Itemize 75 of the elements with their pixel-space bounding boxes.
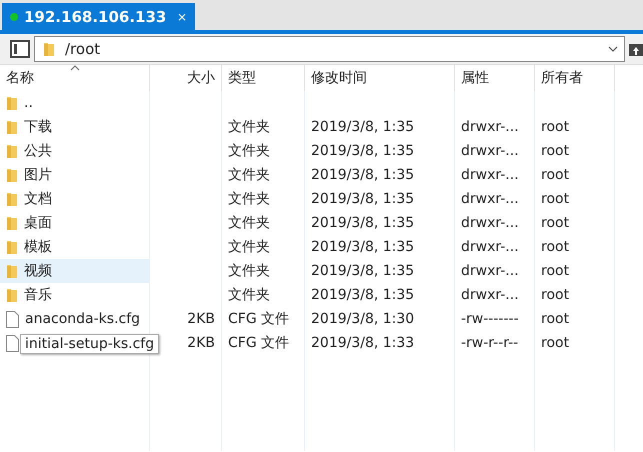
table-cell: 2019/3/8, 1:35 [305,259,455,283]
table-cell: drwxr-... [455,139,535,163]
table-cell: -rw-r--r-- [455,331,535,355]
table-cell: root [535,259,615,283]
table-cell: drwxr-... [455,259,535,283]
table-cell: root [535,187,615,211]
table-cell: 2019/3/8, 1:35 [305,235,455,259]
table-cell: 文件夹 [222,163,305,187]
table-cell: root [535,115,615,139]
table-cell: -rw------- [455,307,535,331]
table-cell: CFG 文件 [222,307,305,331]
table-cell: root [535,235,615,259]
table-cell: root [535,331,615,355]
table-cell: drwxr-... [455,115,535,139]
table-cell: CFG 文件 [222,331,305,355]
file-name-cell[interactable]: 音乐 [0,283,150,307]
column-header[interactable]: 名称 [0,65,150,91]
close-button[interactable]: × [176,10,187,24]
file-name-cell[interactable]: 下载 [0,115,150,139]
folder-icon [6,239,18,255]
file-icon [6,310,19,328]
tab-title: 192.168.106.133 [24,8,168,26]
folder-icon [6,215,18,231]
table-cell: 文件夹 [222,259,305,283]
folder-icon [6,167,18,183]
table-cell: root [535,283,615,307]
table-cell: 文件夹 [222,187,305,211]
folder-icon [6,287,18,303]
folder-icon [6,95,18,111]
folder-icon [6,263,18,279]
table-cell: 2019/3/8, 1:35 [305,211,455,235]
file-name-cell[interactable]: 文档 [0,187,150,211]
panel-toggle-icon[interactable] [10,40,30,58]
file-name-cell[interactable]: 视频 [0,259,150,283]
folder-icon [43,41,55,57]
table-cell: 2KB [150,307,222,331]
folder-icon [6,143,18,159]
table-cell: 文件夹 [222,139,305,163]
column-header[interactable]: 类型 [222,65,305,91]
folder-icon [6,119,18,135]
table-cell: 2019/3/8, 1:30 [305,307,455,331]
dropdown-chevron-icon [608,46,618,52]
table-cell: 2019/3/8, 1:35 [305,115,455,139]
table-cell: 文件夹 [222,115,305,139]
table-cell: 文件夹 [222,211,305,235]
table-cell: drwxr-... [455,187,535,211]
table-cell: root [535,211,615,235]
table-cell: 文件夹 [222,235,305,259]
table-cell: root [535,307,615,331]
column-header[interactable]: 大小 [150,65,222,91]
folder-up-icon[interactable] [629,41,643,57]
table-cell: drwxr-... [455,163,535,187]
column-header[interactable]: 所有者 [535,65,615,91]
table-cell: 2019/3/8, 1:35 [305,163,455,187]
sort-caret-icon [70,65,80,71]
table-cell: root [535,163,615,187]
table-cell: 文件夹 [222,283,305,307]
folder-icon [6,191,18,207]
column-header[interactable]: 属性 [455,65,535,91]
table-cell: 2019/3/8, 1:35 [305,187,455,211]
column-header[interactable]: 修改时间 [305,65,455,91]
file-name-cell[interactable]: anaconda-ks.cfg [0,307,150,331]
path-field[interactable]: /root [34,36,625,62]
file-name-cell[interactable]: 桌面 [0,211,150,235]
table-cell: drwxr-... [455,283,535,307]
file-name-cell[interactable]: 图片 [0,163,150,187]
table-cell: 2019/3/8, 1:35 [305,139,455,163]
file-name-cell[interactable]: 公共 [0,139,150,163]
table-cell: drwxr-... [455,211,535,235]
table-cell: 2019/3/8, 1:33 [305,331,455,355]
table-cell: 2019/3/8, 1:35 [305,283,455,307]
file-name-cell[interactable]: .. [0,91,150,115]
connection-tab[interactable]: 192.168.106.133 × [2,3,195,30]
table-cell: drwxr-... [455,235,535,259]
table-cell: root [535,139,615,163]
